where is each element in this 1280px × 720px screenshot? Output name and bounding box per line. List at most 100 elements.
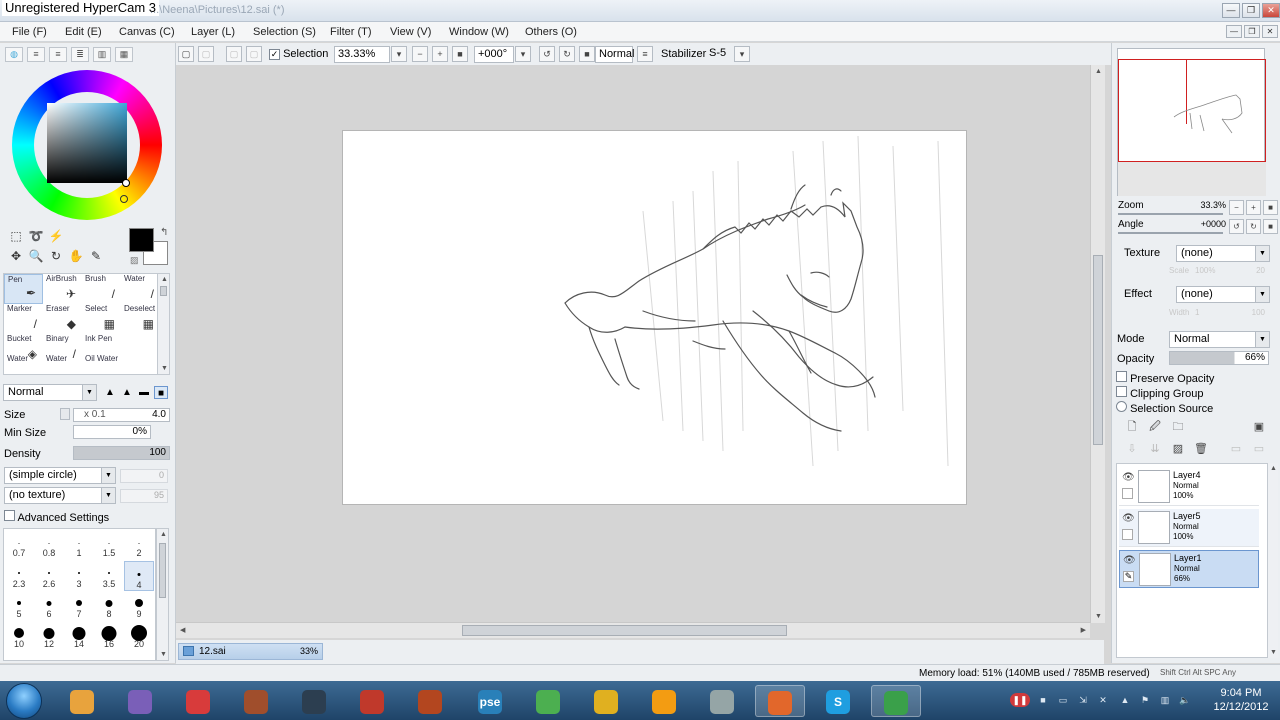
- brush-size-12[interactable]: 7: [64, 591, 94, 621]
- brush-size-9[interactable]: 4: [124, 561, 154, 591]
- nav-zoom-out-icon[interactable]: −: [1229, 200, 1244, 215]
- brush-size-0[interactable]: 0.7: [4, 531, 34, 561]
- brush-size-18[interactable]: 16: [94, 621, 124, 651]
- steam-app[interactable]: [289, 685, 339, 717]
- tool-4[interactable]: Marker /: [4, 304, 43, 334]
- layer-item[interactable]: 👁 Layer4 Normal 100%: [1119, 468, 1259, 506]
- move-icon[interactable]: ✥: [8, 248, 24, 264]
- firefox-app[interactable]: [755, 685, 805, 717]
- flip-icon[interactable]: ≡: [637, 46, 653, 62]
- layer-list-scrollbar[interactable]: ▲ ▼: [1268, 463, 1278, 658]
- media-app[interactable]: [173, 685, 223, 717]
- brush-size-scrollbar[interactable]: ▲ ▼: [156, 528, 169, 661]
- menu-filter[interactable]: Filter (T): [330, 26, 372, 38]
- advanced-settings-checkbox[interactable]: [4, 510, 15, 521]
- scratchpad-tab-icon[interactable]: ▦: [115, 47, 133, 62]
- uploader-app[interactable]: [347, 685, 397, 717]
- stabilizer-field[interactable]: S-5: [706, 46, 734, 63]
- hsv-slider-tab-icon[interactable]: ≡: [49, 47, 67, 62]
- brush-size-16[interactable]: 12: [34, 621, 64, 651]
- clear-layer-icon[interactable]: ▨: [1170, 441, 1186, 457]
- sai-app[interactable]: [871, 685, 921, 717]
- brush-size-11[interactable]: 6: [34, 591, 64, 621]
- advanced-settings-toggle[interactable]: Advanced Settings: [4, 510, 109, 524]
- rgb-slider-tab-icon[interactable]: ≡: [27, 47, 45, 62]
- tool-14[interactable]: Oil Water: [82, 354, 121, 366]
- menu-edit[interactable]: Edit (E): [65, 26, 102, 38]
- sv-cursor[interactable]: [122, 179, 130, 187]
- brush-size-17[interactable]: 14: [64, 621, 94, 651]
- stop-icon[interactable]: ■: [1036, 693, 1050, 707]
- min-size-slider[interactable]: 0%: [73, 425, 151, 439]
- vlc-app[interactable]: [639, 685, 689, 717]
- tool-6[interactable]: Select ▦: [82, 304, 121, 334]
- hue-cursor[interactable]: [120, 195, 128, 203]
- transfer-down-icon[interactable]: ⇩: [1124, 441, 1140, 457]
- brush-size-1[interactable]: 0.8: [34, 531, 64, 561]
- pencil-icon[interactable]: ✎: [1123, 571, 1134, 582]
- paint-app[interactable]: [231, 685, 281, 717]
- minimize-button[interactable]: —: [1222, 3, 1240, 18]
- rect-select-icon[interactable]: ⬚: [8, 228, 24, 244]
- brush-size-15[interactable]: 10: [4, 621, 34, 651]
- lock-icon[interactable]: [1122, 488, 1133, 499]
- zoom-reset-icon[interactable]: ■: [452, 46, 468, 62]
- minimize-tray-icon[interactable]: ⇲: [1076, 693, 1090, 707]
- nav-rotate-reset-icon[interactable]: ■: [1263, 219, 1278, 234]
- menu-file[interactable]: File (F): [12, 26, 47, 38]
- tool-12[interactable]: Water: [4, 354, 43, 366]
- tool-7[interactable]: Deselect ▦: [121, 304, 160, 334]
- rotate-reset-icon[interactable]: ■: [579, 46, 595, 62]
- recording-icon[interactable]: ❚❚: [1010, 693, 1030, 707]
- selection-mode-icon[interactable]: ▢: [226, 46, 242, 62]
- layer-mode-select[interactable]: Normal ▼: [1169, 331, 1270, 348]
- stabilizer-dropdown-icon[interactable]: ▾: [734, 46, 750, 62]
- tool-15[interactable]: [121, 354, 160, 366]
- volume-icon[interactable]: 🔈: [1178, 693, 1192, 707]
- color-wheel-tab-icon[interactable]: ◍: [5, 47, 23, 62]
- merge-down-icon[interactable]: ⇊: [1147, 441, 1163, 457]
- pse-app[interactable]: pse: [465, 685, 515, 717]
- doc-minimize-button[interactable]: —: [1226, 25, 1242, 38]
- swatches-tab-icon[interactable]: ▥: [93, 47, 111, 62]
- layer-item[interactable]: 👁 ✎ Layer1 Normal 66%: [1119, 550, 1259, 588]
- zoom-field[interactable]: 33.33%: [334, 46, 390, 63]
- zoom-out-icon[interactable]: −: [412, 46, 428, 62]
- lasso-icon[interactable]: ➰: [28, 228, 44, 244]
- menu-selection[interactable]: Selection (S): [253, 26, 316, 38]
- zoom-in-icon[interactable]: +: [432, 46, 448, 62]
- brush-size-14[interactable]: 9: [124, 591, 154, 621]
- menu-view[interactable]: View (V): [390, 26, 431, 38]
- selection-source-toggle[interactable]: Selection Source: [1116, 401, 1213, 415]
- eye-icon[interactable]: 👁: [1123, 555, 1136, 566]
- brush-size-2[interactable]: 1: [64, 531, 94, 561]
- delete-layer-icon[interactable]: 🗑: [1193, 441, 1209, 457]
- brush-size-13[interactable]: 8: [94, 591, 124, 621]
- selection-source-checkbox[interactable]: [1116, 401, 1127, 412]
- canvas-paper[interactable]: [342, 130, 967, 505]
- deselect-icon[interactable]: ▢: [178, 46, 194, 62]
- skype-app[interactable]: S: [813, 685, 863, 717]
- blend-mode-field[interactable]: Normal: [595, 46, 634, 63]
- brush-shape-select[interactable]: (simple circle) ▼: [4, 467, 116, 484]
- play-app[interactable]: [523, 685, 573, 717]
- selection-add-icon[interactable]: ▢: [246, 46, 262, 62]
- window-icon[interactable]: ▭: [1056, 693, 1070, 707]
- angle-field[interactable]: +000°: [474, 46, 514, 63]
- lock-icon[interactable]: [1122, 529, 1133, 540]
- soft-tip-icon[interactable]: ▲: [120, 386, 134, 399]
- notepad-app[interactable]: [697, 685, 747, 717]
- brush-size-7[interactable]: 3: [64, 561, 94, 591]
- horizontal-scroll-thumb[interactable]: [462, 625, 787, 636]
- clipping-group-toggle[interactable]: Clipping Group: [1116, 386, 1203, 400]
- round-tip-icon[interactable]: ▲: [103, 386, 117, 399]
- rotate-left-icon[interactable]: ↺: [539, 46, 555, 62]
- brush-size-6[interactable]: 2.6: [34, 561, 64, 591]
- tool-3[interactable]: Water /: [121, 274, 160, 304]
- swap-colors-icon[interactable]: ↰: [160, 227, 168, 238]
- nav-zoom-reset-icon[interactable]: ■: [1263, 200, 1278, 215]
- invert-selection-icon[interactable]: ▢: [198, 46, 214, 62]
- color-mixer-tab-icon[interactable]: ≣: [71, 47, 89, 62]
- scroll-up-icon[interactable]: ▲: [1095, 68, 1102, 75]
- layer-option-b-icon[interactable]: ▭: [1251, 441, 1267, 457]
